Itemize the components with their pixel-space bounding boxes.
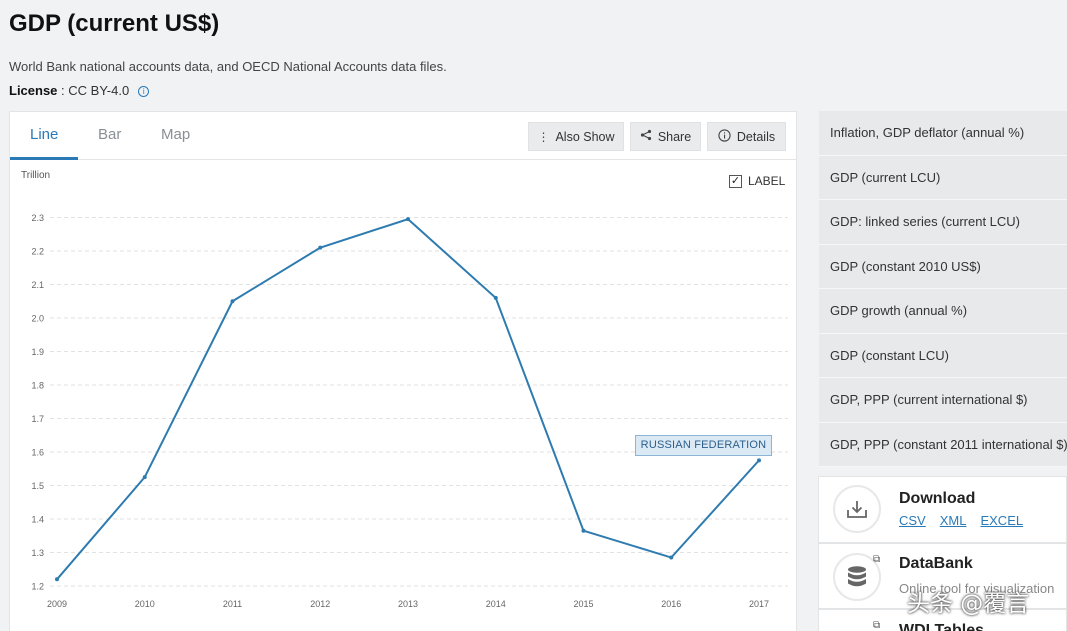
- y-tick-label: 1.8: [31, 381, 44, 391]
- chart-tabs: Line Bar Map ⋮ Also Show Share Details: [10, 112, 796, 160]
- wdi-tables-title: WDI Tables: [899, 622, 985, 631]
- details-button[interactable]: Details: [707, 122, 786, 151]
- y-tick-label: 1.3: [31, 548, 44, 558]
- info-icon[interactable]: i: [138, 86, 150, 97]
- license-value: : CC BY-4.0: [57, 83, 130, 98]
- download-links: CSV XML EXCEL: [899, 513, 1023, 528]
- x-tick-label: 2016: [661, 599, 681, 609]
- download-icon: [833, 485, 881, 533]
- related-indicator-item[interactable]: GDP (constant LCU): [819, 333, 1067, 378]
- share-button[interactable]: Share: [630, 122, 701, 151]
- external-link-icon: ⧉: [873, 620, 881, 631]
- chart-panel: Line Bar Map ⋮ Also Show Share Details ✓…: [9, 111, 797, 631]
- tab-bar[interactable]: Bar: [98, 126, 121, 143]
- x-tick-label: 2013: [398, 599, 418, 609]
- share-icon: [640, 129, 652, 144]
- data-point: [757, 458, 761, 463]
- x-tick-label: 2010: [135, 599, 155, 609]
- y-tick-label: 1.5: [31, 481, 44, 491]
- x-tick-label: 2009: [47, 599, 67, 609]
- data-point: [406, 217, 410, 222]
- x-tick-label: 2011: [223, 599, 242, 609]
- related-indicator-item[interactable]: GDP growth (annual %): [819, 289, 1067, 334]
- related-indicator-item[interactable]: GDP, PPP (constant 2011 international $): [819, 422, 1067, 467]
- download-title: Download: [899, 490, 976, 507]
- tab-line[interactable]: Line: [30, 126, 58, 143]
- details-label: Details: [736, 129, 776, 144]
- series-line: [56, 218, 760, 580]
- tab-map[interactable]: Map: [161, 126, 190, 143]
- data-point: [669, 555, 674, 560]
- also-show-label: Also Show: [555, 129, 615, 144]
- y-tick-label: 2.3: [31, 213, 44, 223]
- x-tick-label: 2012: [310, 599, 330, 609]
- download-excel-link[interactable]: EXCEL: [980, 513, 1023, 528]
- data-point: [55, 577, 59, 582]
- y-tick-label: 1.7: [31, 414, 44, 424]
- share-label: Share: [657, 129, 692, 144]
- data-point: [142, 475, 147, 480]
- y-tick-label: 1.6: [31, 448, 44, 458]
- license-line: License : CC BY-4.0 i: [9, 83, 150, 98]
- related-indicator-item[interactable]: GDP: linked series (current LCU): [819, 200, 1067, 245]
- info-circle-icon: [718, 128, 731, 145]
- download-xml-link[interactable]: XML: [940, 513, 967, 528]
- data-point: [581, 528, 586, 533]
- related-indicators-list: Inflation, GDP deflator (annual %) GDP (…: [819, 111, 1067, 467]
- watermark: 头条 @覆言: [907, 591, 1030, 617]
- y-tick-label: 2.1: [31, 280, 44, 290]
- download-box: Download CSV XML EXCEL: [818, 476, 1067, 543]
- data-point: [318, 245, 323, 250]
- series-label-callout: RUSSIAN FEDERATION: [635, 435, 772, 456]
- y-tick-label: 1.2: [31, 582, 44, 592]
- external-link-icon: ⧉: [873, 554, 881, 565]
- y-tick-label: 1.4: [31, 515, 44, 525]
- also-show-button[interactable]: ⋮ Also Show: [528, 122, 624, 151]
- y-axis-title: Trillion: [21, 170, 50, 181]
- databank-title: DataBank: [899, 555, 973, 572]
- data-point: [493, 295, 498, 300]
- download-csv-link[interactable]: CSV: [899, 513, 926, 528]
- related-indicator-item[interactable]: GDP (constant 2010 US$): [819, 244, 1067, 289]
- x-tick-label: 2014: [486, 599, 506, 609]
- y-tick-label: 2.2: [31, 247, 44, 257]
- page-subtitle: World Bank national accounts data, and O…: [9, 59, 447, 74]
- line-chart: Trillion 1.2 1.3 1.4 1.5 1.6 1.7 1.8 1.9 2.0 2.1 2.…: [21, 170, 788, 609]
- related-indicator-item[interactable]: GDP, PPP (current international $): [819, 378, 1067, 423]
- y-tick-label: 1.9: [31, 347, 44, 357]
- related-indicator-item[interactable]: GDP (current LCU): [819, 155, 1067, 200]
- y-tick-label: 2.0: [31, 314, 44, 324]
- x-tick-label: 2015: [573, 599, 593, 609]
- page-title: GDP (current US$): [9, 10, 220, 37]
- license-label: License: [9, 83, 58, 98]
- related-indicator-item[interactable]: Inflation, GDP deflator (annual %): [819, 111, 1067, 156]
- x-tick-label: 2017: [749, 599, 769, 609]
- more-vertical-icon: ⋮: [537, 129, 550, 144]
- data-point: [230, 299, 235, 304]
